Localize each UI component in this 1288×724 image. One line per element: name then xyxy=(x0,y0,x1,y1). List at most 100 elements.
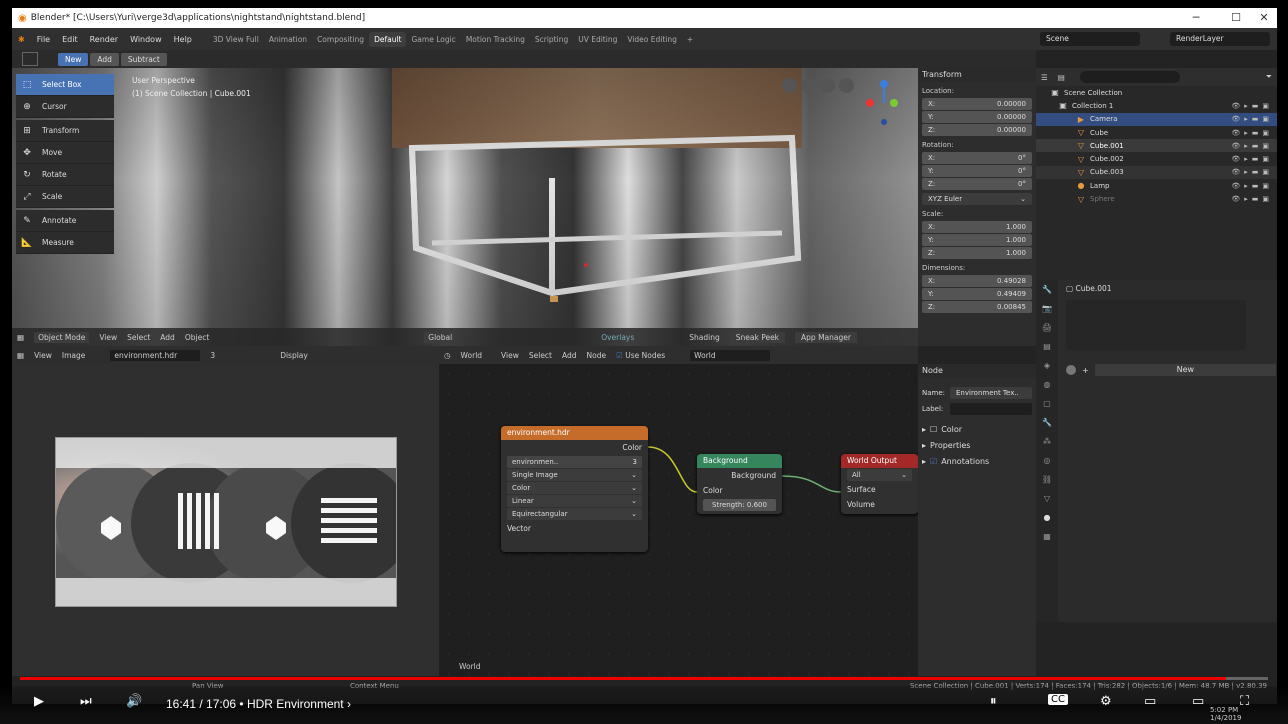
rotation-mode-dropdown[interactable]: XYZ Euler ⌄ xyxy=(922,192,1032,205)
dimension-y-field[interactable]: Y: 0.49409 xyxy=(922,287,1032,300)
add-material-icon[interactable]: + xyxy=(1082,366,1089,375)
camera-view-icon[interactable] xyxy=(801,78,816,93)
pause-icon[interactable]: ⏸ xyxy=(990,694,997,709)
node-label-field[interactable] xyxy=(950,402,1032,415)
filter-icon[interactable]: ⏷ xyxy=(1266,72,1272,82)
outliner-item-lamp[interactable]: ● Lamp 👁▸▬▣ xyxy=(1036,179,1277,192)
editor-type-icon[interactable]: ◷ xyxy=(444,351,451,360)
output-tab-icon[interactable]: 🖨 xyxy=(1036,318,1058,337)
tab-uv-editing[interactable]: UV Editing xyxy=(573,32,622,47)
world-tab-icon[interactable]: ◍ xyxy=(1036,375,1058,394)
new-selection-button[interactable]: New xyxy=(58,52,89,66)
tool-measure[interactable]: 📐 Measure xyxy=(16,232,114,254)
strength-field[interactable]: Strength: 0.600 xyxy=(703,499,776,511)
material-tab-icon[interactable]: ● xyxy=(1036,508,1058,527)
rotation-x-field[interactable]: X: 0° xyxy=(922,151,1032,164)
tab-compositing[interactable]: Compositing xyxy=(312,32,369,47)
projection-dropdown[interactable]: Single Image ⌄ xyxy=(507,469,642,481)
shader-type-dropdown[interactable]: World xyxy=(461,351,483,360)
tool-cursor[interactable]: ⊕ Cursor xyxy=(16,96,114,118)
color-subpanel[interactable]: ▸ ☐ Color xyxy=(922,423,1032,436)
theater-icon[interactable]: ▭ xyxy=(1192,694,1204,709)
env-image-selector[interactable]: environmen.. 3 xyxy=(507,456,642,468)
output-target-dropdown[interactable]: All ⌄ xyxy=(847,469,912,481)
node-menu-view[interactable]: View xyxy=(501,351,519,360)
scale-y-field[interactable]: Y: 1.000 xyxy=(922,233,1032,246)
tab-animation[interactable]: Animation xyxy=(264,32,312,47)
environment-texture-node[interactable]: environment.hdr Color environmen.. 3 Sing… xyxy=(501,426,648,552)
sneak-peek-button[interactable]: Sneak Peek xyxy=(729,331,786,343)
axis-gizmo[interactable] xyxy=(862,78,902,128)
scale-x-field[interactable]: X: 1.000 xyxy=(922,220,1032,233)
zoom-icon[interactable] xyxy=(839,78,854,93)
tool-select-box[interactable]: ⬚ Select Box xyxy=(16,74,114,96)
scene-tab-icon[interactable]: ◈ xyxy=(1036,356,1058,375)
next-icon[interactable]: ⏭ xyxy=(80,694,92,709)
scene-selector[interactable]: Scene xyxy=(1040,32,1140,46)
properties-subpanel[interactable]: ▸ Properties xyxy=(922,439,1032,452)
constraints-tab-icon[interactable]: ⛓ xyxy=(1036,470,1058,489)
close-icon[interactable]: ✕ xyxy=(1250,8,1277,28)
outliner-type-icon[interactable]: ☰ xyxy=(1041,73,1048,82)
app-manager-button[interactable]: App Manager xyxy=(795,331,857,343)
outliner-item-camera[interactable]: ▶ Camera 👁▸▬▣ xyxy=(1036,112,1277,126)
background-node[interactable]: Background Background Color Strength: 0.… xyxy=(697,454,782,514)
outliner-scene-collection[interactable]: ▣ Scene Collection xyxy=(1036,86,1277,99)
tool-move[interactable]: ✥ Move xyxy=(16,142,114,164)
new-material-button[interactable]: New xyxy=(1094,364,1276,376)
texture-tab-icon[interactable]: ▦ xyxy=(1036,527,1058,546)
maximize-icon[interactable]: ☐ xyxy=(1222,8,1250,28)
location-x-field[interactable]: X: 0.00000 xyxy=(922,97,1032,110)
captions-icon[interactable]: CC xyxy=(1048,694,1068,705)
render-tab-icon[interactable]: 📷 xyxy=(1036,299,1058,318)
render-layer-selector[interactable]: RenderLayer xyxy=(1170,32,1270,46)
mapping-dropdown[interactable]: Equirectangular ⌄ xyxy=(507,508,642,520)
hand-icon[interactable] xyxy=(820,78,835,93)
add-selection-button[interactable]: Add xyxy=(90,52,119,66)
overlays-button[interactable]: Overlays xyxy=(601,333,634,342)
outliner-item-sphere[interactable]: ▽ Sphere 👁▸▬▣ xyxy=(1036,192,1277,205)
tool-annotate[interactable]: ✎ Annotate xyxy=(16,210,114,232)
transform-header[interactable]: Transform xyxy=(918,68,1036,82)
editor-type-icon[interactable]: ▦ xyxy=(17,351,24,360)
use-nodes-checkbox[interactable]: ☑ Use Nodes xyxy=(616,351,665,360)
image-menu-view[interactable]: View xyxy=(34,351,52,360)
menu-help[interactable]: Help xyxy=(168,35,198,44)
play-icon[interactable]: ▶ xyxy=(34,694,44,709)
select-mode-icon[interactable] xyxy=(22,52,38,66)
miniplayer-icon[interactable]: ▭ xyxy=(1144,694,1156,709)
add-workspace-icon[interactable]: + xyxy=(682,32,698,47)
outliner-collection-1[interactable]: ▣ Collection 1 👁▸▬▣ xyxy=(1036,99,1277,112)
outliner-item-cube-003[interactable]: ▽ Cube.003 👁▸▬▣ xyxy=(1036,165,1277,180)
tool-transform[interactable]: ⊞ Transform xyxy=(16,120,114,142)
tab-3d-view-full[interactable]: 3D View Full xyxy=(208,32,264,47)
dimension-x-field[interactable]: X: 0.49028 xyxy=(922,274,1032,287)
shading-button[interactable]: Shading xyxy=(689,333,719,342)
physics-tab-icon[interactable]: ◎ xyxy=(1036,451,1058,470)
material-slots-list[interactable] xyxy=(1066,300,1246,350)
menu-select[interactable]: Select xyxy=(127,333,150,342)
node-menu-select[interactable]: Select xyxy=(529,351,552,360)
dimension-z-field[interactable]: Z: 0.00845 xyxy=(922,300,1032,313)
world-selector[interactable]: World xyxy=(690,349,771,361)
annotations-subpanel[interactable]: ▸ ☑ Annotations xyxy=(922,455,1032,468)
outliner-item-cube-001[interactable]: ▽ Cube.001 👁▸▬▣ xyxy=(1036,139,1277,153)
modifier-tab-icon[interactable]: 🔧 xyxy=(1036,413,1058,432)
particles-tab-icon[interactable]: ⁂ xyxy=(1036,432,1058,451)
tool-scale[interactable]: ⤢ Scale xyxy=(16,186,114,208)
volume-icon[interactable]: 🔊 xyxy=(126,694,142,709)
node-menu-add[interactable]: Add xyxy=(562,351,577,360)
outliner-item-cube-002[interactable]: ▽ Cube.002 👁▸▬▣ xyxy=(1036,152,1277,165)
tool-tab-icon[interactable]: 🔧 xyxy=(1036,280,1058,299)
data-tab-icon[interactable]: ▽ xyxy=(1036,489,1058,508)
view-layer-tab-icon[interactable]: ▤ xyxy=(1036,337,1058,356)
orientation-dropdown[interactable]: Global xyxy=(424,331,457,343)
location-z-field[interactable]: Z: 0.00000 xyxy=(922,123,1032,136)
object-tab-icon[interactable]: ▢ xyxy=(1036,394,1058,413)
grid-icon[interactable] xyxy=(782,78,797,93)
menu-add[interactable]: Add xyxy=(160,333,175,342)
node-panel-header[interactable]: Node xyxy=(918,364,1036,378)
rotation-z-field[interactable]: Z: 0° xyxy=(922,177,1032,190)
color-space-dropdown[interactable]: Color ⌄ xyxy=(507,482,642,494)
settings-icon[interactable]: ⚙ xyxy=(1100,694,1112,709)
